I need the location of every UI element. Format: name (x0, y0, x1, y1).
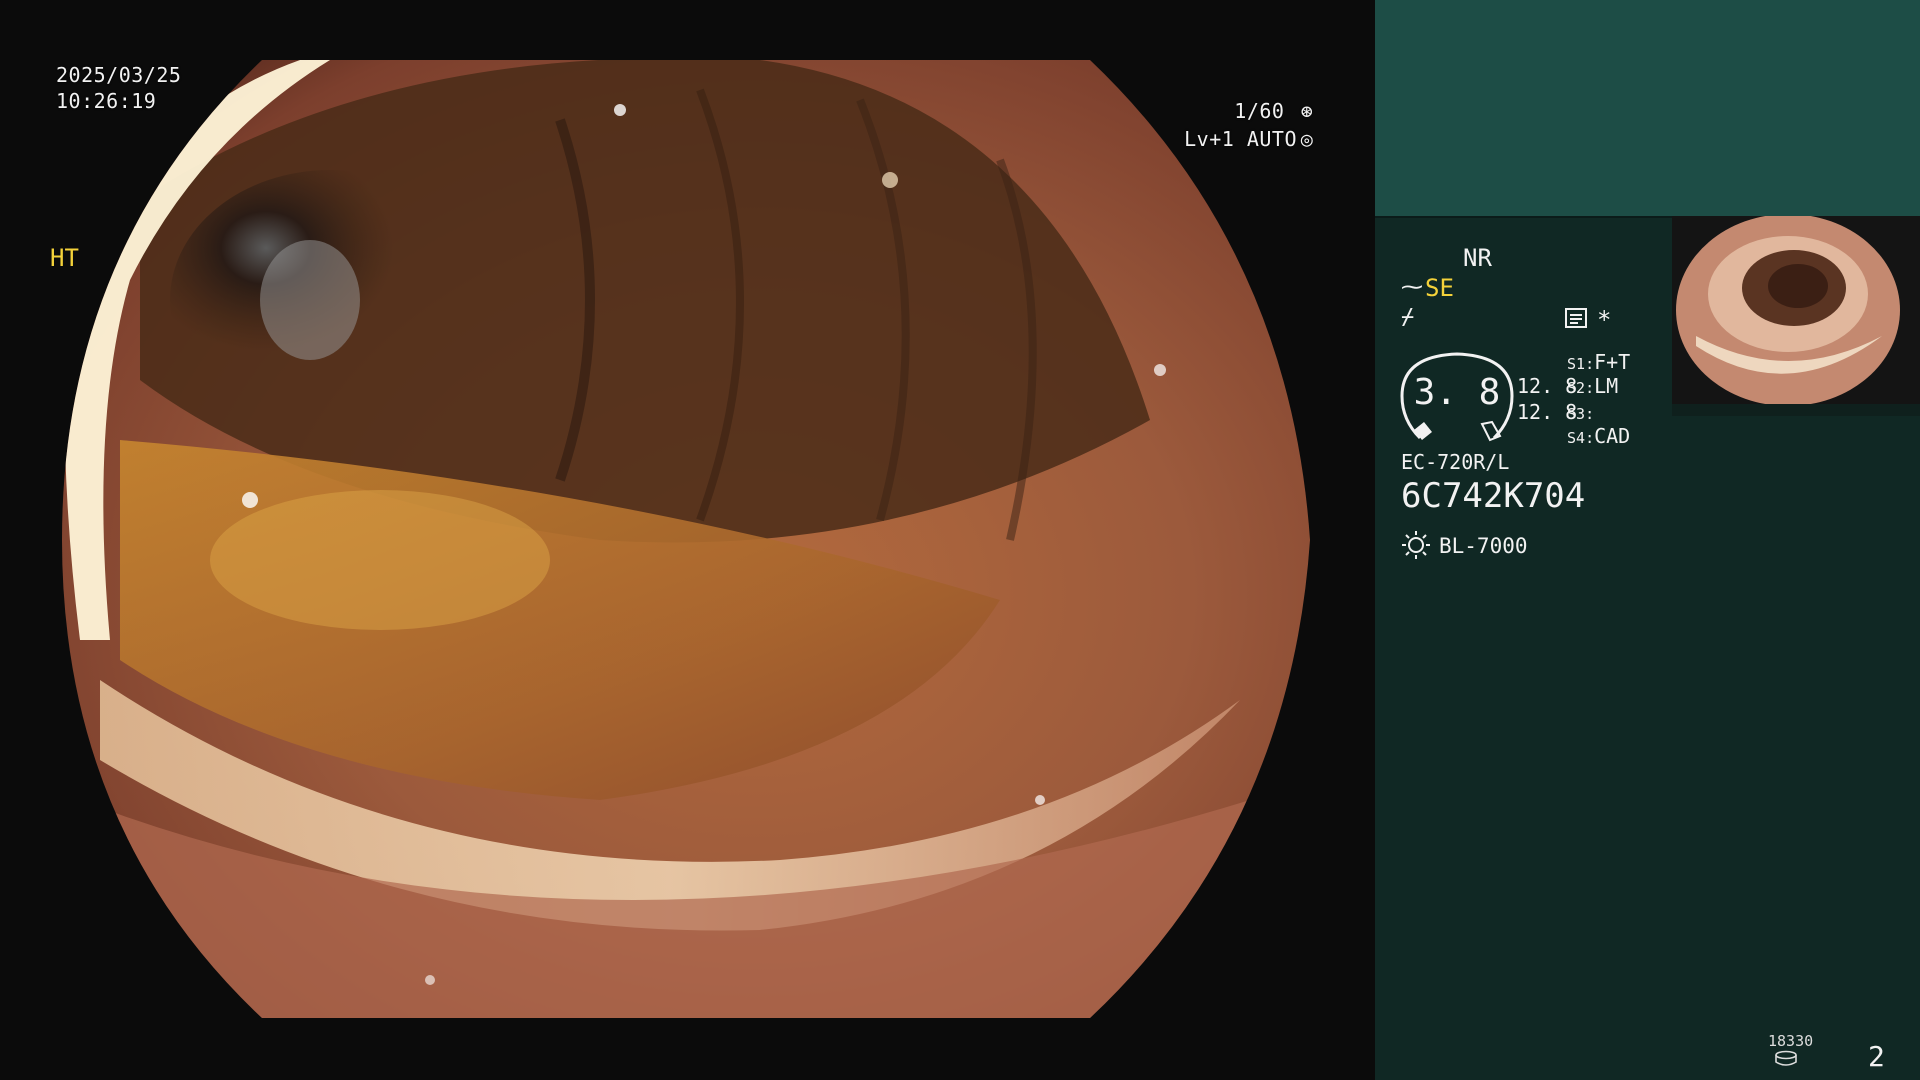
exposure-level: Lv+1 (1184, 127, 1235, 151)
exposure-readout: Lv+1 AUTO ◎ (1184, 126, 1317, 152)
switch-key: S1 (1567, 355, 1586, 373)
endoscopy-processor-screen: 2025/03/25 10:26:19 1/60 ⊛ Lv+1 AUTO ◎ HT… (0, 0, 1920, 1080)
switch-value: F+T (1594, 350, 1631, 374)
menu-icon (1565, 308, 1587, 328)
storage-icon (1775, 1050, 1797, 1066)
light-source-icon (1402, 531, 1430, 559)
sharpness-icon: ⌿ (1401, 305, 1415, 330)
exposure-mode: AUTO (1246, 127, 1297, 151)
switch-value: LM (1594, 374, 1619, 398)
switch-separator: : (1585, 429, 1595, 447)
switch-s1: S1:F+T (1567, 350, 1630, 376)
switch-value: CAD (1594, 424, 1631, 448)
thumbnail-bar (1672, 404, 1920, 416)
shutter-speed: 1/60 (1234, 99, 1285, 123)
shutter-readout: 1/60 ⊛ (1234, 98, 1317, 124)
page-index: 2 (1868, 1040, 1885, 1073)
gauge-value: 3. 8 (1413, 372, 1501, 413)
storage-counter: 18330 (1768, 1032, 1814, 1050)
iris-icon: ◎ (1300, 127, 1314, 151)
aperture-icon: ⊛ (1300, 99, 1314, 123)
endoscope-video: 2025/03/25 10:26:19 1/60 ⊛ Lv+1 AUTO ◎ (0, 0, 1375, 1080)
scope-model: EC-720R/L (1401, 450, 1510, 474)
switch-separator: : (1585, 405, 1595, 423)
panel-header-area (1375, 0, 1920, 218)
switch-separator: : (1585, 379, 1595, 397)
switch-s4: S4:CAD (1567, 424, 1630, 450)
video-date: 2025/03/25 (56, 63, 182, 87)
scope-serial: 6C742K704 (1401, 476, 1586, 516)
switch-key: S4 (1567, 429, 1586, 447)
mode-nr: NR (1463, 244, 1492, 272)
video-time: 10:26:19 (56, 89, 157, 113)
switch-key: S2 (1567, 379, 1586, 397)
endoscopic-image (0, 0, 1375, 1080)
capture-thumbnail[interactable] (1672, 216, 1920, 404)
asterisk-indicator: * (1597, 306, 1612, 334)
switch-separator: : (1585, 355, 1595, 373)
switch-key: S3 (1567, 405, 1586, 423)
tilde-icon: ⁓ (1401, 275, 1423, 300)
switch-s3: S3: (1567, 400, 1594, 426)
mode-se: SE (1425, 274, 1454, 302)
switch-s2: S2:LM (1567, 374, 1618, 400)
light-source-model: BL-7000 (1439, 534, 1528, 558)
mode-ht: HT (50, 244, 79, 272)
